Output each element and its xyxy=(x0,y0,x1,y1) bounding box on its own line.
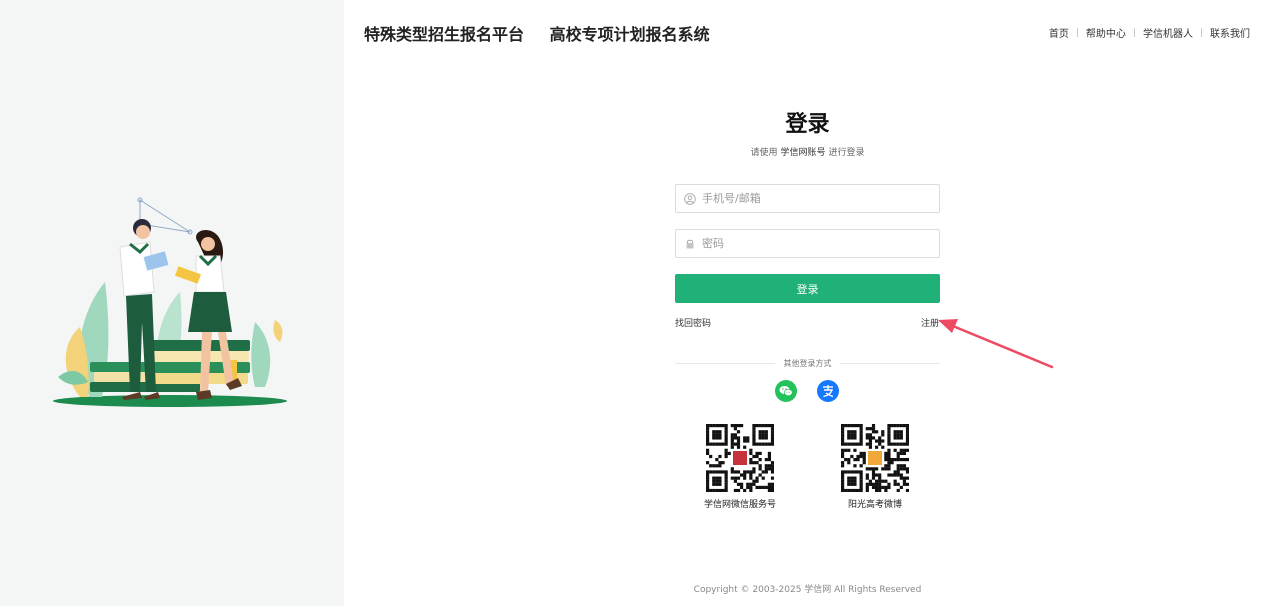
wechat-service-qr-code xyxy=(706,424,774,492)
login-subtitle: 请使用 学信网账号 进行登录 xyxy=(675,145,940,158)
username-input[interactable] xyxy=(702,192,939,205)
password-input[interactable] xyxy=(702,237,939,250)
top-nav: 首页 | 帮助中心 | 学信机器人 | 联系我们 xyxy=(1049,25,1250,41)
nav-divider: | xyxy=(1075,27,1079,38)
alipay-icon xyxy=(823,385,834,398)
wechat-login-button[interactable] xyxy=(775,380,797,402)
nav-divider: | xyxy=(1132,27,1136,38)
login-title: 登录 xyxy=(785,112,830,137)
subtitle-suffix: 进行登录 xyxy=(828,148,865,158)
qr-label-weibo: 阳光高考微博 xyxy=(847,500,902,510)
illustration-panel xyxy=(0,0,344,606)
pointer-arrow-icon xyxy=(938,319,1054,369)
copyright-text: Copyright © 2003-2025 学信网 All Rights Res… xyxy=(693,585,922,595)
nav-robot-link[interactable]: 学信机器人 xyxy=(1143,25,1193,40)
nav-home-link[interactable]: 首页 xyxy=(1049,25,1069,40)
login-button[interactable]: 登录 xyxy=(675,274,940,303)
nav-contact-link[interactable]: 联系我们 xyxy=(1210,25,1250,40)
other-login-label: 其他登录方式 xyxy=(783,359,832,368)
nav-help-link[interactable]: 帮助中心 xyxy=(1086,25,1126,40)
lock-icon xyxy=(684,238,696,250)
sunshine-weibo-qr-code xyxy=(841,424,909,492)
nav-divider: | xyxy=(1199,27,1203,38)
platform-title: 特殊类型招生报名平台 xyxy=(364,25,525,44)
system-title: 高校专项计划报名系统 xyxy=(549,25,710,44)
students-illustration xyxy=(53,197,287,407)
user-icon xyxy=(684,192,696,205)
username-field[interactable] xyxy=(675,184,940,213)
alipay-login-button[interactable] xyxy=(817,380,839,402)
subtitle-account: 学信网账号 xyxy=(780,148,826,158)
qr-label-wechat-service: 学信网微信服务号 xyxy=(703,500,776,510)
password-field[interactable] xyxy=(675,229,940,258)
page-title: 特殊类型招生报名平台 高校专项计划报名系统 xyxy=(364,21,710,45)
subtitle-prefix: 请使用 xyxy=(750,148,778,158)
forgot-password-link[interactable]: 找回密码 xyxy=(675,316,711,329)
wechat-icon xyxy=(779,386,793,397)
